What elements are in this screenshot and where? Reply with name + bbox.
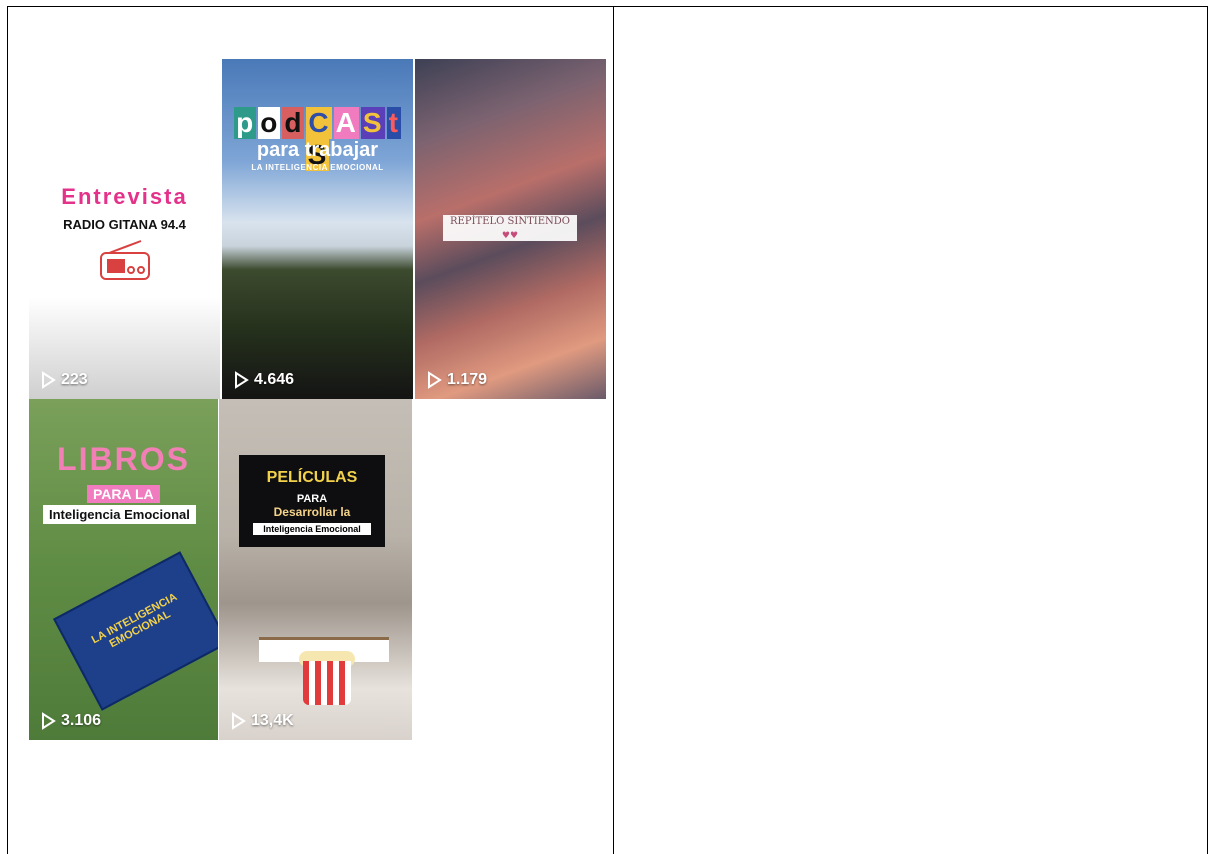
title-letter: C <box>306 107 332 139</box>
video-tile-peliculas[interactable]: PELÍCULAS PARA Desarrollar la Inteligenc… <box>219 399 412 740</box>
title-letter: d <box>282 107 305 139</box>
tile-caption: Desarrollar la <box>273 505 351 519</box>
view-count-value: 13,4K <box>251 712 294 729</box>
view-count: 3.106 <box>39 712 101 730</box>
view-count-value: 1.179 <box>447 371 488 388</box>
tile-title: Entrevista <box>61 184 188 209</box>
tile-subtitle: RADIO GITANA 94.4 <box>63 217 186 232</box>
book-title: LA INTELIGENCIA EMOCIONAL <box>89 591 180 651</box>
tile-subtitle: PARA LA <box>87 485 160 503</box>
tile-caption: REPÍTELO SINTIENDO <box>450 216 570 227</box>
title-letter: t <box>386 107 401 139</box>
tile-title: LIBROS <box>57 441 190 477</box>
title-letter: p <box>234 107 257 139</box>
view-count: 13,4K <box>229 712 294 730</box>
view-count-value: 223 <box>61 371 88 388</box>
book-image: LA INTELIGENCIA EMOCIONAL <box>53 551 218 711</box>
tile-caption: Inteligencia Emocional <box>43 505 196 524</box>
view-count: 1.179 <box>425 371 487 389</box>
title-letter: o <box>258 107 281 139</box>
play-icon <box>42 712 56 730</box>
video-tile-entrevista[interactable]: Entrevista RADIO GITANA 94.4 223 <box>29 59 220 399</box>
tile-subtitle: PARA <box>296 493 328 505</box>
view-count: 223 <box>39 371 88 389</box>
play-icon <box>42 371 56 389</box>
video-tile-repitelo[interactable]: REPÍTELO SINTIENDO ♥♥ 1.179 <box>415 59 606 399</box>
view-count-value: 3.106 <box>61 712 102 729</box>
video-tile-libros[interactable]: LA INTELIGENCIA EMOCIONAL LIBROS PARA LA… <box>29 399 218 740</box>
tile-subtitle: para trabajar <box>256 139 379 161</box>
view-count-value: 4.646 <box>254 371 295 388</box>
play-icon <box>235 371 249 389</box>
tile-title: PELÍCULAS <box>266 469 358 486</box>
title-letter: A <box>333 107 359 139</box>
play-icon <box>232 712 246 730</box>
popcorn-box <box>303 661 351 705</box>
play-icon <box>428 371 442 389</box>
view-count: 4.646 <box>232 371 294 389</box>
caption-box: REPÍTELO SINTIENDO ♥♥ <box>443 215 577 241</box>
video-tile-podcasts[interactable]: p o d C A StS para trabajar LA INTELIGENCIA E… <box>222 59 413 399</box>
tile-caption: LA INTELIGENCIA EMOCIONAL <box>251 163 384 172</box>
heart-icons: ♥♥ <box>501 231 519 241</box>
radio-icon <box>100 240 150 280</box>
title-letter: S <box>360 107 385 139</box>
tile-caption-box: Inteligencia Emocional <box>253 523 371 535</box>
tv-screen: PELÍCULAS PARA Desarrollar la Inteligenc… <box>239 455 385 547</box>
column-divider <box>613 6 614 854</box>
